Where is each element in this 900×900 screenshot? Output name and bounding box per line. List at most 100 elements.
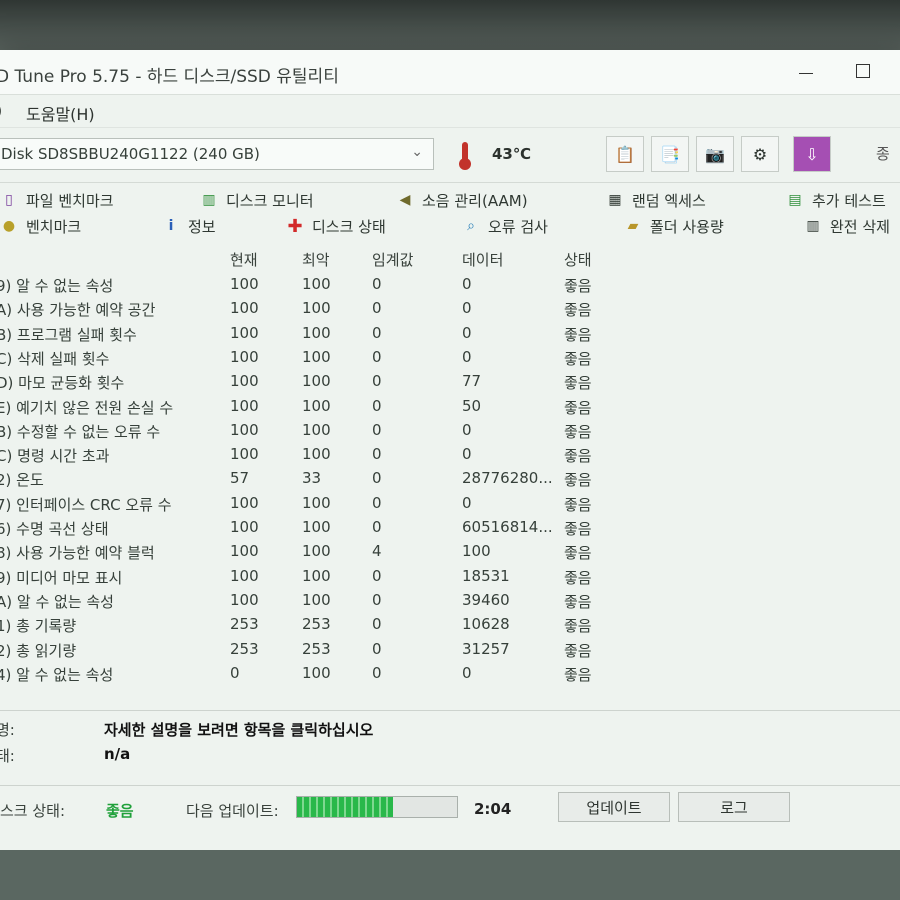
raw-data-value: 0 <box>462 493 472 512</box>
table-row[interactable]: 9) 미디어 마모 표시 100 100 0 18531 좋음 <box>0 565 596 589</box>
log-button[interactable]: 로그 <box>678 792 790 822</box>
options-icon[interactable]: ⚙ <box>741 136 779 172</box>
worst-value: 253 <box>302 639 331 658</box>
threshold-value: 0 <box>372 445 382 464</box>
column-header-current[interactable]: 현재 <box>230 249 258 270</box>
raw-data-value: 100 <box>462 542 491 561</box>
table-row[interactable]: C) 삭제 실패 횟수 100 100 0 0 좋음 <box>0 346 596 370</box>
table-row[interactable]: 4) 알 수 없는 속성 0 100 0 0 좋음 <box>0 662 596 686</box>
threshold-value: 0 <box>372 372 382 391</box>
table-row[interactable]: A) 사용 가능한 예약 공간 100 100 0 0 좋음 <box>0 297 596 321</box>
table-row[interactable]: 2) 온도 57 33 0 28776280... 좋음 <box>0 467 596 491</box>
column-header-status[interactable]: 상태 <box>564 249 592 270</box>
raw-data-value: 77 <box>462 372 482 391</box>
worst-value: 100 <box>302 493 331 512</box>
update-button[interactable]: 업데이트 <box>558 792 670 822</box>
table-row[interactable]: A) 알 수 없는 속성 100 100 0 39460 좋음 <box>0 589 596 613</box>
menu-item-help[interactable]: 도움말(H) <box>26 101 95 125</box>
attribute-name: 2) 온도 <box>0 471 44 490</box>
worst-value: 253 <box>302 615 331 634</box>
copy-info-icon[interactable]: 📑 <box>651 136 689 172</box>
description-label: 명: <box>0 721 15 739</box>
status-value: 좋음 <box>564 641 592 660</box>
threshold-value: 0 <box>372 396 382 415</box>
current-value: 100 <box>230 323 259 342</box>
tab-folder-usage[interactable]: ▰ 폴더 사용량 <box>624 215 724 237</box>
column-header-threshold[interactable]: 임계값 <box>372 249 413 270</box>
description-value: 자세한 설명을 보려면 항목을 클릭하십시오 <box>104 721 374 739</box>
tab-file-benchmark[interactable]: ▯ 파일 벤치마크 <box>0 189 113 211</box>
magnifier-icon: ⌕ <box>467 218 475 234</box>
status-value: 좋음 <box>564 374 592 393</box>
status-value: 좋음 <box>564 277 592 295</box>
current-value: 100 <box>230 372 259 391</box>
threshold-value: 0 <box>372 518 382 536</box>
raw-data-value: 39460 <box>462 590 510 609</box>
table-row[interactable]: 6) 수명 곡선 상태 100 100 0 60516814... 좋음 <box>0 516 596 540</box>
status-value: 좋음 <box>564 592 592 611</box>
tab-random-access[interactable]: ▦ 랜덤 엑세스 <box>606 189 705 211</box>
raw-data-value: 10628 <box>462 615 510 634</box>
title-bar: D Tune Pro 5.75 - 하드 디스크/SSD 유틸리티 <box>0 50 900 95</box>
copy-text-icon[interactable]: 📋 <box>606 136 644 172</box>
app-window: D Tune Pro 5.75 - 하드 디스크/SSD 유틸리티 ) 도움말(… <box>0 50 900 850</box>
table-row[interactable]: 2) 총 읽기량 253 253 0 31257 좋음 <box>0 638 596 662</box>
smart-table: 현재 최악 임계값 데이터 상태 9) 알 수 없는 속성 100 100 0 0 좋음 A… <box>0 241 900 684</box>
tab-aam[interactable]: ◀ 소음 관리(AAM) <box>396 189 528 211</box>
tab-info[interactable]: i 정보 <box>162 215 216 237</box>
tab-benchmark[interactable]: ● 벤치마크 <box>0 215 81 237</box>
disk-status-label: 스크 상태: <box>0 802 66 820</box>
table-row[interactable]: C) 명령 시간 초과 100 100 0 0 좋음 <box>0 443 596 467</box>
raw-data-value: 18531 <box>462 566 510 585</box>
tab-health[interactable]: ✚ 디스크 상태 <box>286 215 385 237</box>
table-row[interactable]: 1) 총 기록량 253 253 0 10628 좋음 <box>0 613 596 637</box>
threshold-value: 4 <box>372 542 382 561</box>
table-row[interactable]: D) 마모 균등화 횟수 100 100 0 77 좋음 <box>0 370 596 394</box>
column-header-worst[interactable]: 최악 <box>302 249 330 270</box>
worst-value: 100 <box>302 347 331 366</box>
info-icon: i <box>168 218 174 234</box>
status-value: 좋음 <box>564 349 592 368</box>
table-row[interactable]: 9) 알 수 없는 속성 100 100 0 0 좋음 <box>0 273 596 297</box>
threshold-value: 0 <box>372 566 382 585</box>
tab-secure-erase[interactable]: ▥ 완전 삭제 <box>804 215 890 237</box>
download-icon[interactable]: ⇩ <box>793 136 831 172</box>
table-row[interactable]: B) 수정할 수 없는 오류 수 100 100 0 0 좋음 <box>0 419 596 443</box>
status-value: 좋음 <box>564 544 592 563</box>
tab-disk-monitor[interactable]: ▥ 디스크 모니터 <box>200 189 313 211</box>
raw-data-value: 50 <box>462 396 482 415</box>
raw-data-value: 0 <box>462 299 472 318</box>
tab-error-scan[interactable]: ⌕ 오류 검사 <box>462 215 548 237</box>
screenshot-icon[interactable]: 📷 <box>696 136 734 172</box>
table-row[interactable]: 7) 인터페이스 CRC 오류 수 100 100 0 0 좋음 <box>0 492 596 516</box>
menu-item-clipped[interactable]: ) <box>0 101 2 120</box>
trash-icon: ▥ <box>806 218 820 234</box>
status-value: 좋음 <box>564 568 592 587</box>
attribute-name: C) 삭제 실패 횟수 <box>0 349 110 368</box>
table-row[interactable]: B) 프로그램 실패 횟수 100 100 0 0 좋음 <box>0 322 596 346</box>
attribute-name: B) 프로그램 실패 횟수 <box>0 325 137 344</box>
minimize-button[interactable] <box>792 58 822 84</box>
raw-data-value: 0 <box>462 663 472 682</box>
status-value: 좋음 <box>564 325 592 344</box>
raw-data-value: 0 <box>462 445 472 464</box>
attribute-name: A) 사용 가능한 예약 공간 <box>0 301 156 320</box>
table-row[interactable]: 8) 사용 가능한 예약 블럭 100 100 4 100 좋음 <box>0 540 596 564</box>
threshold-value: 0 <box>372 420 382 439</box>
attribute-name: 8) 사용 가능한 예약 블럭 <box>0 544 155 563</box>
disk-selector-value: Disk SD8SBBU240G1122 (240 GB) <box>1 145 260 163</box>
column-header-data[interactable]: 데이터 <box>462 249 503 270</box>
tab-extra-tests[interactable]: ▤ 추가 테스트 <box>786 189 885 211</box>
maximize-button[interactable] <box>848 58 878 84</box>
next-update-label: 다음 업데이트: <box>186 802 279 820</box>
exit-button-clipped[interactable]: 종 <box>876 143 890 164</box>
attribute-name: A) 알 수 없는 속성 <box>0 592 114 611</box>
description-panel: 명: 자세한 설명을 보려면 항목을 클릭하십시오 태: n/a <box>0 710 900 781</box>
status-value: 좋음 <box>564 617 592 636</box>
raw-data-value: 28776280... <box>462 469 553 488</box>
attribute-name: 6) 수명 곡선 상태 <box>0 520 109 538</box>
disk-monitor-icon: ▥ <box>202 192 216 208</box>
disk-selector[interactable]: Disk SD8SBBU240G1122 (240 GB) ⌄ <box>0 138 434 170</box>
status-value: 좋음 <box>564 398 592 417</box>
table-row[interactable]: E) 예기치 않은 전원 손실 수 100 100 0 50 좋음 <box>0 395 596 419</box>
